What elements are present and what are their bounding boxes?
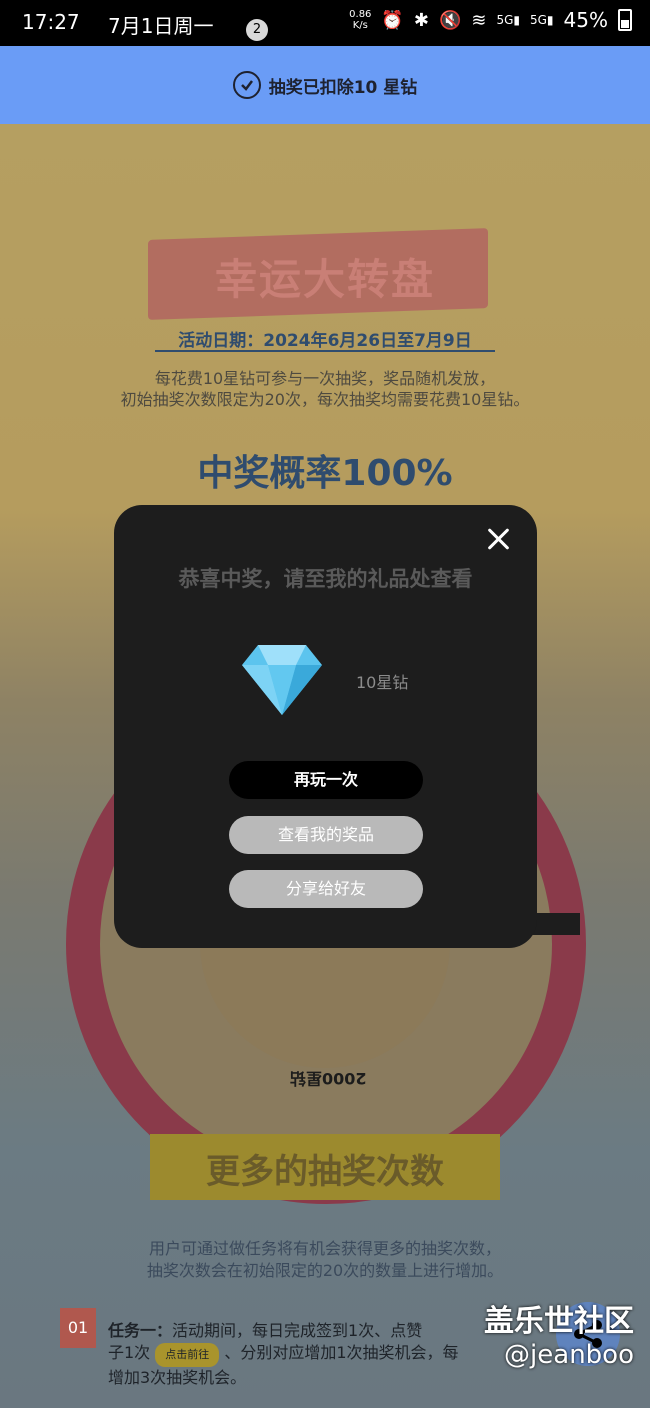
wheel-segment-label: 2000星钻	[290, 1069, 367, 1088]
alarm-icon: ⏰	[381, 9, 404, 31]
mute-icon: 🔇	[438, 9, 462, 31]
page-title: 幸运大转盘	[214, 255, 435, 304]
status-date: 7月1日周一	[108, 14, 214, 38]
net-speed: 0.86 K/s	[349, 9, 372, 31]
modal-tab	[530, 913, 580, 935]
play-again-button[interactable]: 再玩一次	[229, 761, 423, 799]
toast-banner: 抽奖已扣除10 星钻	[0, 46, 650, 124]
dialog-title: 恭喜中奖，请至我的礼品处查看	[178, 567, 473, 591]
share-button[interactable]: 分享给好友	[229, 870, 423, 908]
event-date: 活动日期：2024年6月26日至7月9日	[178, 331, 472, 351]
battery-text: 45%	[563, 8, 608, 32]
signal-5g-icon: 5G▮	[530, 13, 554, 27]
signal-5g-icon: 5G▮	[496, 13, 520, 27]
watermark-handle: @jeanboo	[504, 1340, 634, 1370]
bluetooth-icon: ✱	[413, 9, 429, 31]
battery-icon	[618, 9, 632, 31]
toast-text: 抽奖已扣除10 星钻	[268, 77, 418, 98]
watermark-title: 盖乐世社区	[484, 1304, 634, 1339]
win-probability: 中奖概率100%	[197, 453, 453, 494]
divider	[155, 350, 495, 352]
view-prizes-button[interactable]: 查看我的奖品	[229, 816, 423, 854]
prize-label: 10星钻	[356, 673, 409, 692]
notification-count-badge: 2	[246, 19, 268, 41]
task-number: 01	[60, 1308, 96, 1348]
close-icon[interactable]	[484, 525, 512, 553]
status-bar: 17:27 7月1日周一 2 0.86 K/s ⏰ ✱ 🔇 ≋ 5G▮ 5G▮ …	[0, 0, 650, 46]
wifi-icon: ≋	[471, 9, 487, 31]
check-circle-icon	[232, 71, 261, 99]
prize-dialog: 恭喜中奖，请至我的礼品处查看 10星钻 再玩一次 查看我的奖品 分享给好友	[114, 505, 537, 948]
more-chances-title: 更多的抽奖次数	[206, 1152, 444, 1192]
event-description: 每花费10星钻可参与一次抽奖，奖品随机发放， 初始抽奖次数限定为20次，每次抽奖…	[120, 369, 530, 409]
status-time: 17:27	[22, 10, 80, 34]
more-chances-description: 用户可通过做任务将有机会获得更多的抽奖次数， 抽奖次数会在初始限定的20次的数量…	[146, 1239, 504, 1280]
status-icons: 0.86 K/s ⏰ ✱ 🔇 ≋ 5G▮ 5G▮ 45%	[349, 8, 632, 32]
diamond-icon	[242, 645, 322, 715]
go-to-task-button[interactable]: 点击前往	[155, 1343, 220, 1367]
